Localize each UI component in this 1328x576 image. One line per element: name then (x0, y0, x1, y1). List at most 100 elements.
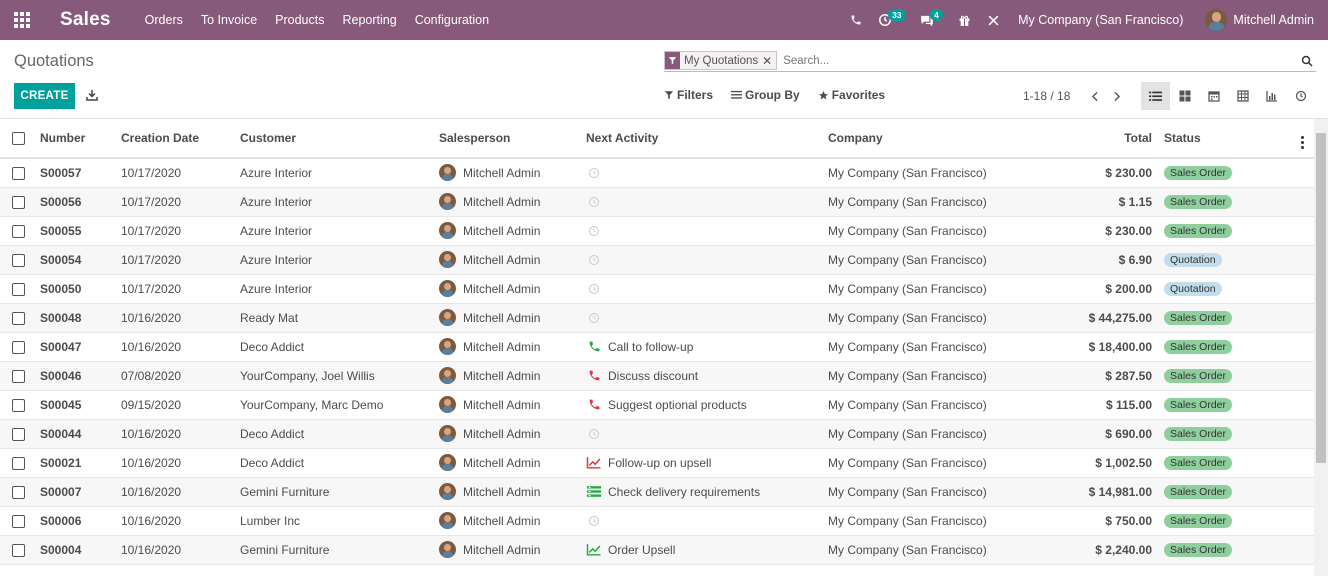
row-checkbox[interactable] (12, 456, 25, 470)
phone-icon-red[interactable] (586, 369, 602, 383)
gift-icon[interactable] (950, 0, 979, 40)
menu-configuration[interactable]: Configuration (415, 13, 489, 27)
clock-icon[interactable] (586, 224, 602, 238)
table-row[interactable]: S00047 10/16/2020 Deco Addict Mitchell Admi… (0, 332, 1314, 362)
activity-view-icon[interactable] (1286, 82, 1315, 110)
table-row[interactable]: S00057 10/17/2020 Azure Interior Mitchell A… (0, 158, 1314, 188)
table-row[interactable]: S00045 09/15/2020 YourCompany, Marc Demo Mi… (0, 390, 1314, 420)
cell-next-activity[interactable] (586, 253, 816, 267)
header-creation-date[interactable]: Creation Date (115, 119, 234, 159)
create-button[interactable]: CREATE (14, 83, 75, 109)
clock-icon[interactable] (586, 514, 602, 528)
row-checkbox[interactable] (12, 543, 25, 557)
header-customer[interactable]: Customer (234, 119, 433, 159)
phone-icon-red[interactable] (586, 398, 602, 412)
table-row[interactable]: S00056 10/17/2020 Azure Interior Mitchell A… (0, 187, 1314, 217)
row-checkbox[interactable] (12, 369, 25, 383)
table-row[interactable]: S00006 10/16/2020 Lumber Inc Mitchell Admin… (0, 506, 1314, 536)
row-checkbox[interactable] (12, 253, 25, 267)
pivot-view-icon[interactable] (1228, 82, 1257, 110)
menu-products[interactable]: Products (275, 13, 324, 27)
menu-orders[interactable]: Orders (145, 13, 183, 27)
header-number[interactable]: Number (34, 119, 115, 159)
row-checkbox[interactable] (12, 311, 25, 325)
header-salesperson[interactable]: Salesperson (433, 119, 580, 159)
cell-number[interactable]: S00047 (34, 332, 115, 362)
voip-phone-icon[interactable] (842, 0, 870, 40)
table-row[interactable]: S00044 10/16/2020 Deco Addict Mitchell Admi… (0, 419, 1314, 449)
cell-number[interactable]: S00056 (34, 187, 115, 217)
graph-view-icon[interactable] (1257, 82, 1286, 110)
cell-next-activity[interactable] (586, 224, 816, 238)
row-checkbox[interactable] (12, 340, 25, 354)
activity-clock-icon[interactable]: 33 (870, 0, 906, 40)
cell-next-activity[interactable] (586, 427, 816, 441)
kanban-view-icon[interactable] (1170, 82, 1199, 110)
cell-next-activity[interactable] (586, 195, 816, 209)
search-icon[interactable] (1298, 55, 1316, 67)
header-next-activity[interactable]: Next Activity (580, 119, 822, 159)
pager-value[interactable]: 1-18 / 18 (1023, 89, 1070, 103)
debug-tools-icon[interactable] (979, 0, 1008, 40)
search-input[interactable] (783, 54, 1298, 67)
scrollbar[interactable] (1314, 119, 1328, 576)
header-company[interactable]: Company (822, 119, 1038, 159)
groupby-toggle[interactable]: Group By (731, 88, 800, 102)
table-row[interactable]: S00046 07/08/2020 YourCompany, Joel Willis… (0, 361, 1314, 391)
list-view-icon[interactable] (1141, 82, 1170, 110)
favorites-toggle[interactable]: Favorites (818, 88, 885, 102)
menu-reporting[interactable]: Reporting (342, 13, 396, 27)
table-row[interactable]: S00007 10/16/2020 Gemini Furniture Mitchell… (0, 477, 1314, 507)
pager-next-icon[interactable] (1106, 87, 1128, 105)
pager-previous-icon[interactable] (1084, 87, 1106, 105)
cell-next-activity[interactable]: Order Upsell (586, 543, 816, 557)
row-checkbox[interactable] (12, 195, 25, 209)
cell-number[interactable]: S00044 (34, 419, 115, 449)
filters-toggle[interactable]: Filters (664, 88, 713, 102)
row-checkbox[interactable] (12, 485, 25, 499)
table-row[interactable]: S00055 10/17/2020 Azure Interior Mitchell A… (0, 216, 1314, 246)
cell-next-activity[interactable] (586, 282, 816, 296)
clock-icon[interactable] (586, 282, 602, 296)
cell-next-activity[interactable] (586, 514, 816, 528)
cell-next-activity[interactable] (586, 166, 816, 180)
table-row[interactable]: S00048 10/16/2020 Ready Mat Mitchell Admin M… (0, 303, 1314, 333)
user-menu[interactable]: Mitchell Admin (1193, 9, 1328, 31)
clock-icon[interactable] (586, 195, 602, 209)
cell-number[interactable]: S00021 (34, 448, 115, 478)
optional-columns-icon[interactable] (1301, 135, 1308, 149)
cell-next-activity[interactable]: Call to follow-up (586, 340, 816, 354)
download-icon[interactable] (84, 87, 100, 103)
cell-number[interactable]: S00055 (34, 216, 115, 246)
table-row[interactable]: S00050 10/17/2020 Azure Interior Mitchell A… (0, 274, 1314, 304)
calendar-view-icon[interactable] (1199, 82, 1228, 110)
facet-remove-icon[interactable]: ✕ (762, 52, 776, 69)
table-row[interactable]: S00021 10/16/2020 Deco Addict Mitchell Admi… (0, 448, 1314, 478)
cell-number[interactable]: S00057 (34, 158, 115, 188)
cell-number[interactable]: S00006 (34, 506, 115, 536)
cell-number[interactable]: S00046 (34, 361, 115, 391)
row-checkbox[interactable] (12, 282, 25, 296)
clock-icon[interactable] (586, 253, 602, 267)
chart-line-icon-green[interactable] (586, 543, 602, 557)
cell-next-activity[interactable]: Check delivery requirements (586, 485, 816, 499)
cell-number[interactable]: S00004 (34, 535, 115, 565)
clock-icon[interactable] (586, 166, 602, 180)
app-brand[interactable]: Sales (60, 9, 111, 31)
clock-icon[interactable] (586, 427, 602, 441)
cell-number[interactable]: S00054 (34, 245, 115, 275)
company-switcher[interactable]: My Company (San Francisco) (1008, 13, 1193, 27)
table-row[interactable]: S00004 10/16/2020 Gemini Furniture Mitchell… (0, 535, 1314, 565)
row-checkbox[interactable] (12, 224, 25, 238)
row-checkbox[interactable] (12, 166, 25, 180)
cell-number[interactable]: S00045 (34, 390, 115, 420)
cell-number[interactable]: S00007 (34, 477, 115, 507)
table-row[interactable]: S00054 10/17/2020 Azure Interior Mitchell A… (0, 245, 1314, 275)
row-checkbox[interactable] (12, 427, 25, 441)
cell-next-activity[interactable]: Discuss discount (586, 369, 816, 383)
messages-icon[interactable]: 4 (912, 0, 943, 40)
cell-number[interactable]: S00050 (34, 274, 115, 304)
clock-icon[interactable] (586, 311, 602, 325)
apps-menu-icon[interactable] (0, 0, 44, 40)
row-checkbox[interactable] (12, 514, 25, 528)
